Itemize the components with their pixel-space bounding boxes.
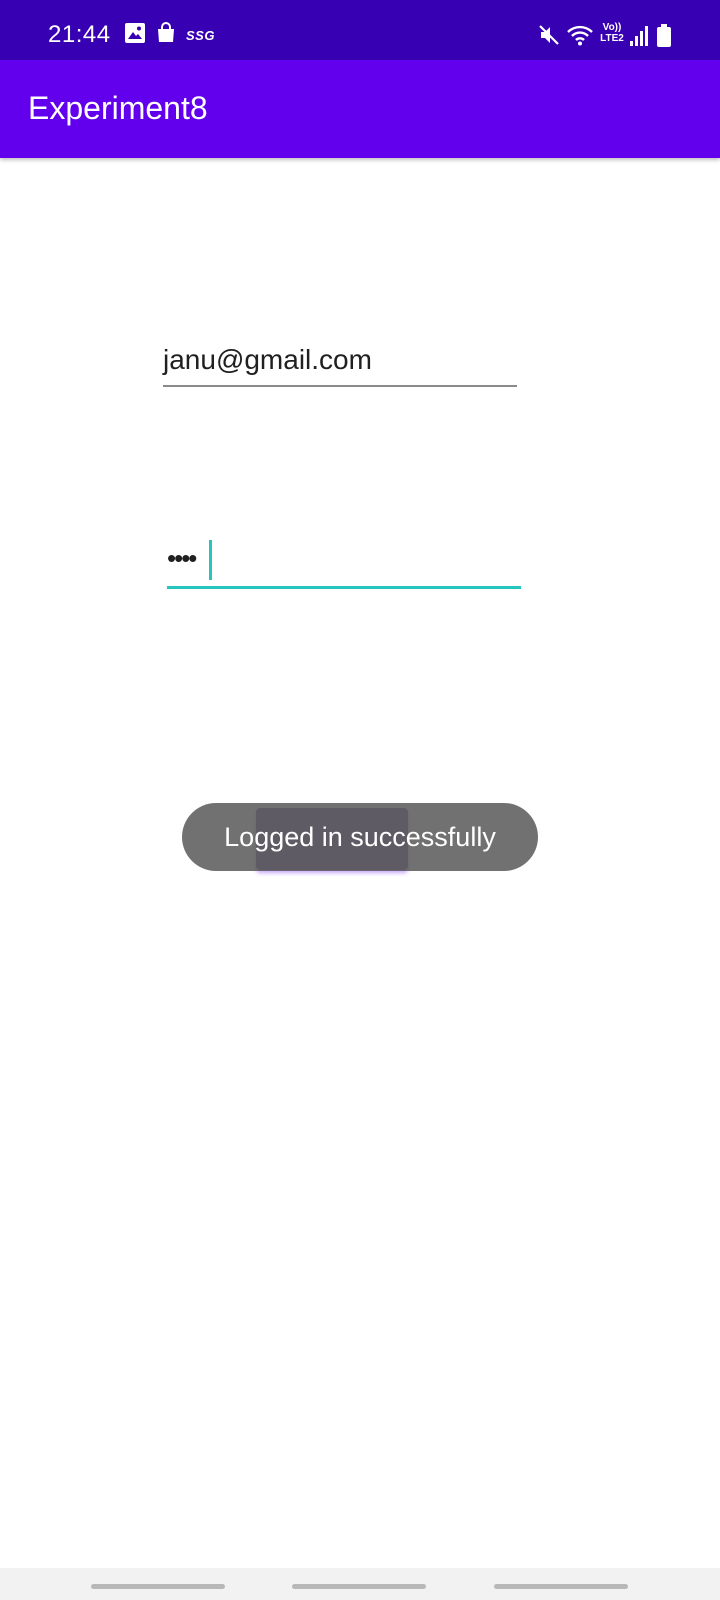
wifi-icon [567, 25, 593, 46]
app-title: Experiment8 [28, 90, 208, 126]
signal-icon [630, 26, 648, 46]
status-time: 21:44 [48, 21, 111, 48]
nav-button-back[interactable] [494, 1584, 628, 1589]
carrier-badge: SSG [186, 28, 215, 43]
lte-label: LTE2 [600, 33, 624, 44]
mute-icon [539, 25, 559, 45]
volte-indicator: Vo)) LTE2 [598, 22, 626, 44]
email-field[interactable]: janu@gmail.com [163, 335, 517, 387]
gallery-icon [125, 23, 145, 43]
screen: 21:44 SSG Vo)) LTE2 Experiment8 janu@gma… [0, 0, 720, 1600]
nav-button-home[interactable] [292, 1584, 426, 1589]
app-bar: Experiment8 [0, 60, 720, 158]
volte-label: Vo)) [602, 22, 622, 33]
toast-message: Logged in successfully [182, 803, 538, 871]
text-cursor [209, 540, 212, 580]
navigation-bar [0, 1568, 720, 1600]
status-bar: 21:44 SSG Vo)) LTE2 [0, 0, 720, 60]
password-value: •••• [167, 543, 197, 573]
email-value: janu@gmail.com [163, 344, 372, 375]
battery-icon [657, 24, 671, 47]
shopping-bag-icon [158, 22, 174, 42]
password-field[interactable]: •••• [167, 532, 521, 589]
nav-button-recents[interactable] [91, 1584, 225, 1589]
